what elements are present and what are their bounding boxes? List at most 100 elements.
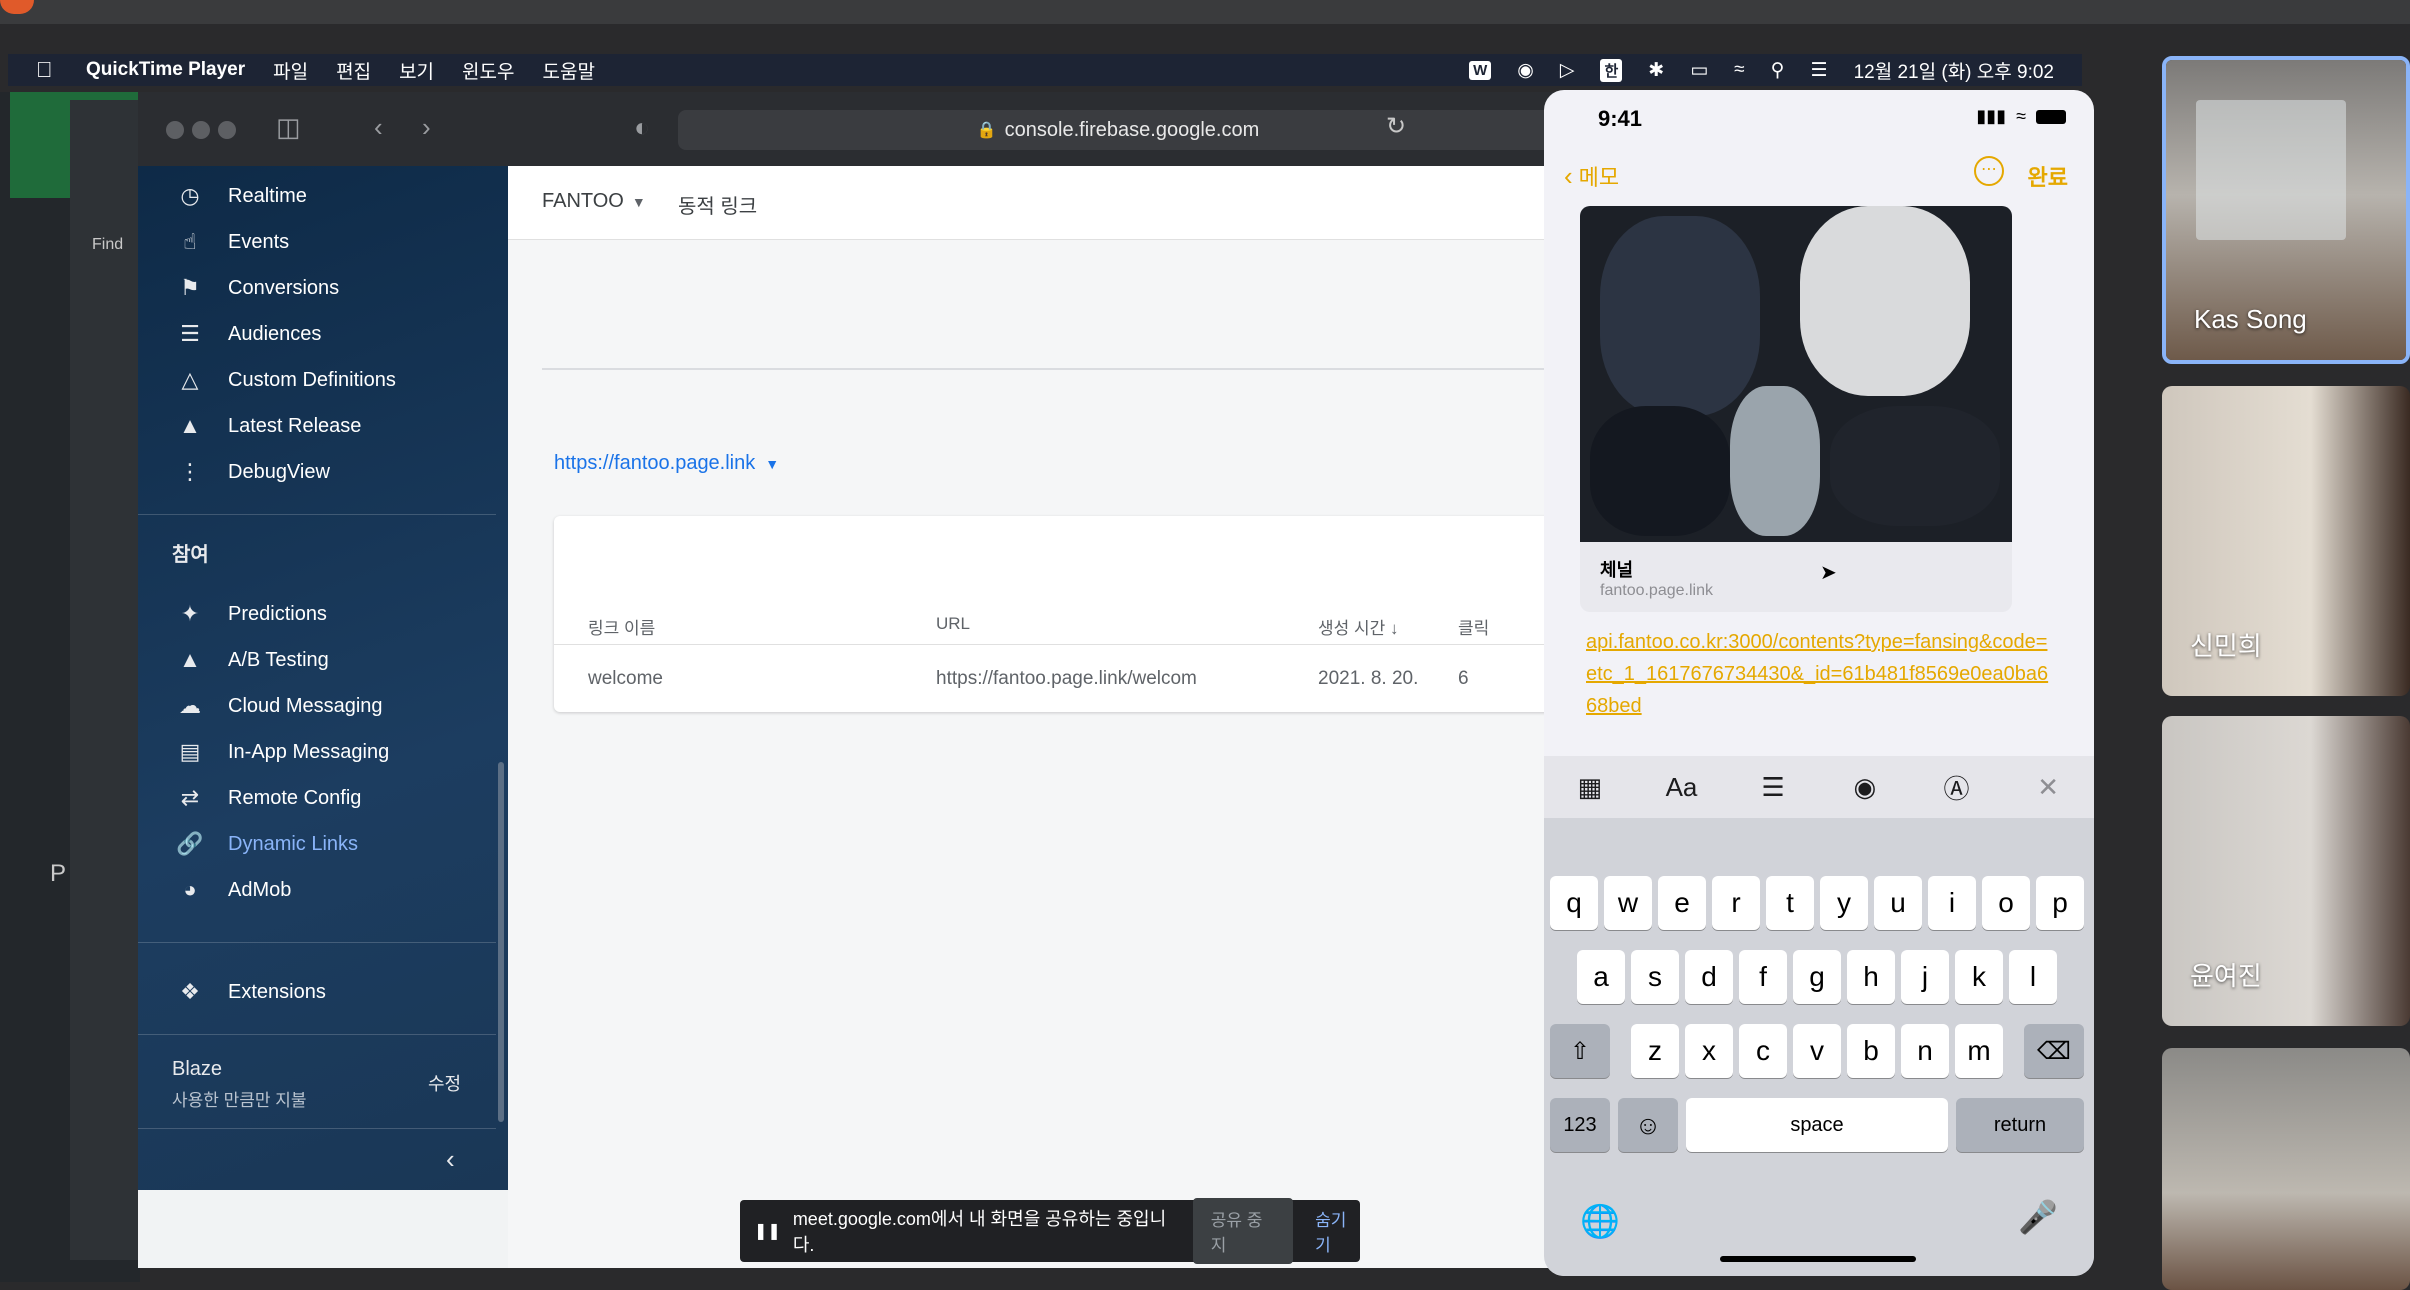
sidebar-item-in-app-messaging[interactable]: ▤ In-App Messaging (172, 732, 390, 772)
control-center-icon[interactable]: ☰ (1811, 59, 1828, 82)
chat-icon[interactable]: ◉ (1517, 59, 1534, 82)
bluetooth-icon[interactable]: ✱ (1648, 59, 1664, 82)
link-url-cell[interactable]: https://fantoo.page.link/welcom (936, 668, 1197, 690)
note-url-text[interactable]: api.fantoo.co.kr:3000/contents?type=fans… (1586, 626, 2056, 722)
key-u[interactable]: u (1874, 876, 1922, 930)
table-icon[interactable]: ▦ (1560, 772, 1620, 803)
key-p[interactable]: p (2036, 876, 2084, 930)
minimize-window-button[interactable] (192, 121, 210, 139)
key-i[interactable]: i (1928, 876, 1976, 930)
key-g[interactable]: g (1793, 950, 1841, 1004)
zoom-window-button[interactable] (218, 121, 236, 139)
sidebar-item-custom-definitions[interactable]: △ Custom Definitions (172, 360, 396, 400)
sidebar-item-cloud-messaging[interactable]: ☁ Cloud Messaging (172, 686, 383, 726)
key-r[interactable]: r (1712, 876, 1760, 930)
play-icon[interactable]: ▷ (1560, 59, 1575, 82)
key-b[interactable]: b (1847, 1024, 1895, 1078)
text-format-icon[interactable]: Aa (1651, 772, 1711, 803)
sidebar-item-predictions[interactable]: ✦ Predictions (172, 594, 327, 634)
return-key[interactable]: return (1956, 1098, 2084, 1152)
delete-key-icon[interactable]: ⌫ (2024, 1024, 2084, 1078)
sidebar-item-latest-release[interactable]: ▲ Latest Release (172, 406, 361, 446)
menu-edit[interactable]: 편집 (336, 57, 371, 84)
key-d[interactable]: d (1685, 950, 1733, 1004)
project-selector[interactable]: FANTOO ▼ (542, 190, 646, 213)
sidebar-item-admob[interactable]: ◕ AdMob (172, 870, 291, 910)
plan-edit-button[interactable]: 수정 (428, 1070, 461, 1096)
input-method-icon[interactable]: 한 (1600, 58, 1623, 82)
participant-tile[interactable]: Kas Song (2162, 56, 2410, 364)
menu-help[interactable]: 도움말 (542, 57, 594, 84)
address-bar[interactable]: 🔒 console.firebase.google.com (678, 110, 1558, 150)
key-j[interactable]: j (1901, 950, 1949, 1004)
key-n[interactable]: n (1901, 1024, 1949, 1078)
menu-window[interactable]: 윈도우 (462, 57, 514, 84)
sidebar-item-extensions[interactable]: ❖ Extensions (172, 972, 326, 1012)
participant-tile[interactable]: 신민희 (2162, 386, 2410, 696)
key-q[interactable]: q (1550, 876, 1598, 930)
home-indicator[interactable] (1720, 1256, 1916, 1262)
hide-button[interactable]: 숨기기 (1315, 1206, 1360, 1256)
sidebar-item-dynamic-links[interactable]: 🔗 Dynamic Links (172, 824, 358, 864)
w-app-icon[interactable]: W (1469, 60, 1492, 80)
key-e[interactable]: e (1658, 876, 1706, 930)
app-name[interactable]: QuickTime Player (86, 59, 245, 81)
done-button[interactable]: 완료 (2028, 160, 2068, 192)
sidebar-item-remote-config[interactable]: ⇄ Remote Config (172, 778, 362, 818)
sidebar-item-ab-testing[interactable]: ▲ A/B Testing (172, 640, 329, 680)
apple-icon[interactable]:  (36, 57, 72, 83)
close-window-button[interactable] (166, 121, 184, 139)
key-l[interactable]: l (2009, 950, 2057, 1004)
more-options-icon[interactable]: ⋯ (1974, 156, 2004, 186)
menu-view[interactable]: 보기 (399, 57, 434, 84)
privacy-shield-icon[interactable]: ◐ (634, 112, 650, 143)
back-icon[interactable]: ‹ (374, 112, 383, 143)
sidebar-item-audiences[interactable]: ☰ Audiences (172, 314, 321, 354)
key-m[interactable]: m (1955, 1024, 2003, 1078)
key-f[interactable]: f (1739, 950, 1787, 1004)
menubar-clock[interactable]: 12월 21일 (화) 오후 9:02 (1854, 57, 2054, 84)
markup-icon[interactable]: Ⓐ (1926, 769, 1986, 806)
battery-icon[interactable]: ▭ (1690, 59, 1708, 82)
forward-icon[interactable]: › (422, 112, 431, 143)
sidebar-item-events[interactable]: ☝ Events (172, 222, 289, 262)
key-t[interactable]: t (1766, 876, 1814, 930)
checklist-icon[interactable]: ☰ (1743, 772, 1803, 803)
link-name-cell[interactable]: welcome (588, 668, 663, 690)
shift-key-icon[interactable]: ⇧ (1550, 1024, 1610, 1078)
domain-selector[interactable]: https://fantoo.page.link ▼ (554, 452, 779, 475)
key-v[interactable]: v (1793, 1024, 1841, 1078)
sidebar-toggle-icon[interactable]: ◫ (276, 112, 301, 143)
key-z[interactable]: z (1631, 1024, 1679, 1078)
key-s[interactable]: s (1631, 950, 1679, 1004)
collapse-sidebar-icon[interactable]: ‹ (446, 1144, 455, 1175)
key-c[interactable]: c (1739, 1024, 1787, 1078)
close-icon[interactable]: ✕ (2018, 772, 2078, 803)
space-key[interactable]: space (1686, 1098, 1948, 1152)
microphone-icon[interactable]: 🎤 (2018, 1198, 2058, 1236)
sidebar-item-debugview[interactable]: ⋮ DebugView (172, 452, 330, 492)
participant-tile[interactable]: 윤여진 (2162, 716, 2410, 1026)
emoji-key-icon[interactable]: ☺ (1618, 1098, 1678, 1152)
key-a[interactable]: a (1577, 950, 1625, 1004)
key-k[interactable]: k (1955, 950, 2003, 1004)
globe-icon[interactable]: 🌐 (1580, 1202, 1620, 1240)
key-w[interactable]: w (1604, 876, 1652, 930)
wifi-icon[interactable]: ≈ (1734, 59, 1744, 81)
column-header-created[interactable]: 생성 시간 ↓ (1318, 614, 1399, 639)
reload-icon[interactable]: ↻ (1386, 112, 1406, 141)
key-h[interactable]: h (1847, 950, 1895, 1004)
key-x[interactable]: x (1685, 1024, 1733, 1078)
sidebar-item-conversions[interactable]: ⚑ Conversions (172, 268, 339, 308)
sidebar-item-realtime[interactable]: ◷ Realtime (172, 176, 307, 216)
participant-tile[interactable] (2162, 1048, 2410, 1290)
search-icon[interactable]: ⚲ (1771, 59, 1785, 82)
link-preview-card[interactable]: 체널 fantoo.page.link ➤ (1580, 206, 2012, 612)
menu-file[interactable]: 파일 (273, 57, 308, 84)
stop-sharing-button[interactable]: 공유 중지 (1192, 1198, 1294, 1264)
notes-back-button[interactable]: ‹ 메모 (1564, 160, 1619, 192)
camera-icon[interactable]: ◉ (1835, 772, 1895, 803)
sidebar-scrollbar[interactable] (498, 762, 504, 1122)
key-o[interactable]: o (1982, 876, 2030, 930)
numbers-key[interactable]: 123 (1550, 1098, 1610, 1152)
